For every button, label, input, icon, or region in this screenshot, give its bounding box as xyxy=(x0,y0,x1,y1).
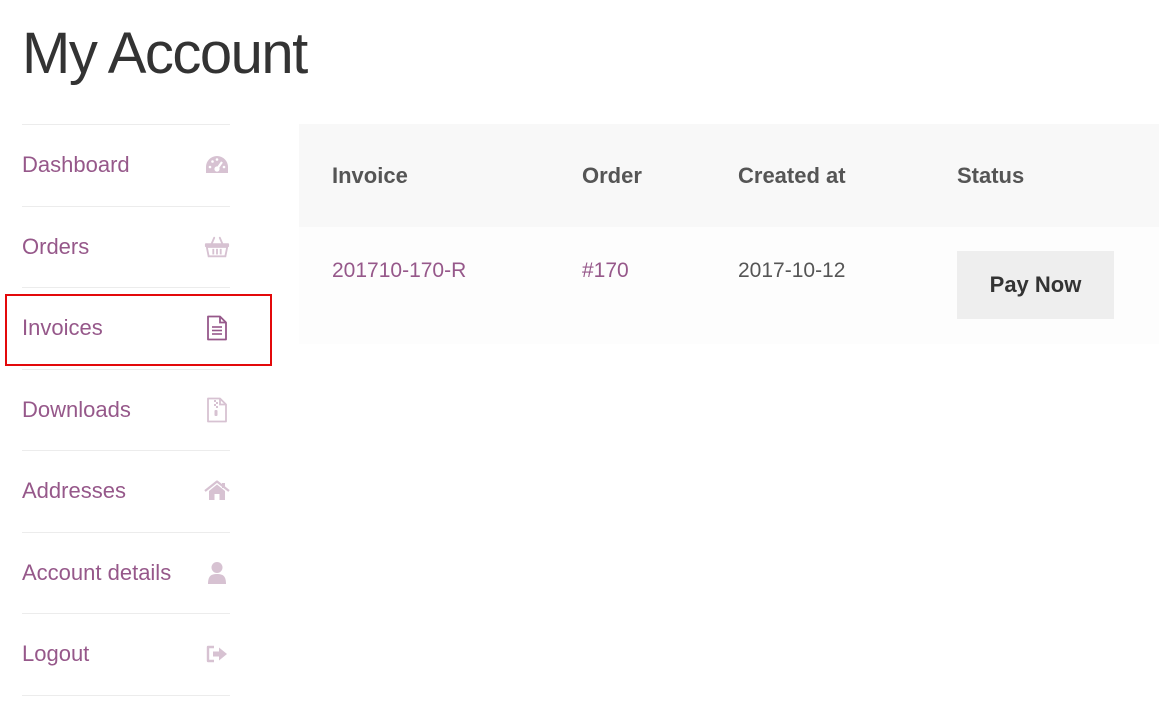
created-at-value: 2017-10-12 xyxy=(738,259,846,282)
sidebar-item-addresses[interactable]: Addresses xyxy=(22,451,230,533)
dashboard-icon xyxy=(204,152,230,178)
sidebar-item-label: Dashboard xyxy=(22,152,130,178)
invoice-number-link[interactable]: 201710-170-R xyxy=(332,259,466,283)
zip-file-icon xyxy=(204,397,230,423)
sidebar-item-dashboard[interactable]: Dashboard xyxy=(22,125,230,207)
sidebar-item-logout[interactable]: Logout xyxy=(22,614,230,696)
column-header-order: Order xyxy=(582,162,642,188)
sidebar-item-label: Addresses xyxy=(22,478,126,504)
sidebar-item-label: Account details xyxy=(22,559,172,585)
order-number-link[interactable]: #170 xyxy=(582,259,629,283)
sidebar-item-label: Invoices xyxy=(22,315,103,341)
sidebar-item-downloads[interactable]: Downloads xyxy=(22,370,230,451)
sidebar-item-orders[interactable]: Orders xyxy=(22,207,230,288)
sidebar-item-invoices[interactable]: Invoices xyxy=(22,288,230,370)
sidebar-item-label: Logout xyxy=(22,641,90,667)
pay-now-button[interactable]: Pay Now xyxy=(957,251,1114,319)
invoices-table: Invoice Order Created at Status 201710-1… xyxy=(299,124,1159,344)
table-row: 201710-170-R #170 2017-10-12 Pay Now xyxy=(299,227,1159,344)
page-title: My Account xyxy=(22,21,308,86)
home-icon xyxy=(204,478,230,504)
sidebar-item-account-details[interactable]: Account details xyxy=(22,533,230,614)
invoice-file-icon xyxy=(204,315,230,341)
account-navigation: Dashboard Orders Invoices Downloads Addr… xyxy=(22,124,230,696)
sidebar-item-label: Orders xyxy=(22,233,90,259)
column-header-invoice: Invoice xyxy=(332,162,408,188)
table-header: Invoice Order Created at Status xyxy=(299,124,1159,227)
sign-out-icon xyxy=(204,641,230,667)
column-header-created-at: Created at xyxy=(738,162,846,188)
column-header-status: Status xyxy=(957,162,1025,188)
user-icon xyxy=(204,560,230,586)
sidebar-item-label: Downloads xyxy=(22,396,131,422)
basket-icon xyxy=(204,234,230,260)
